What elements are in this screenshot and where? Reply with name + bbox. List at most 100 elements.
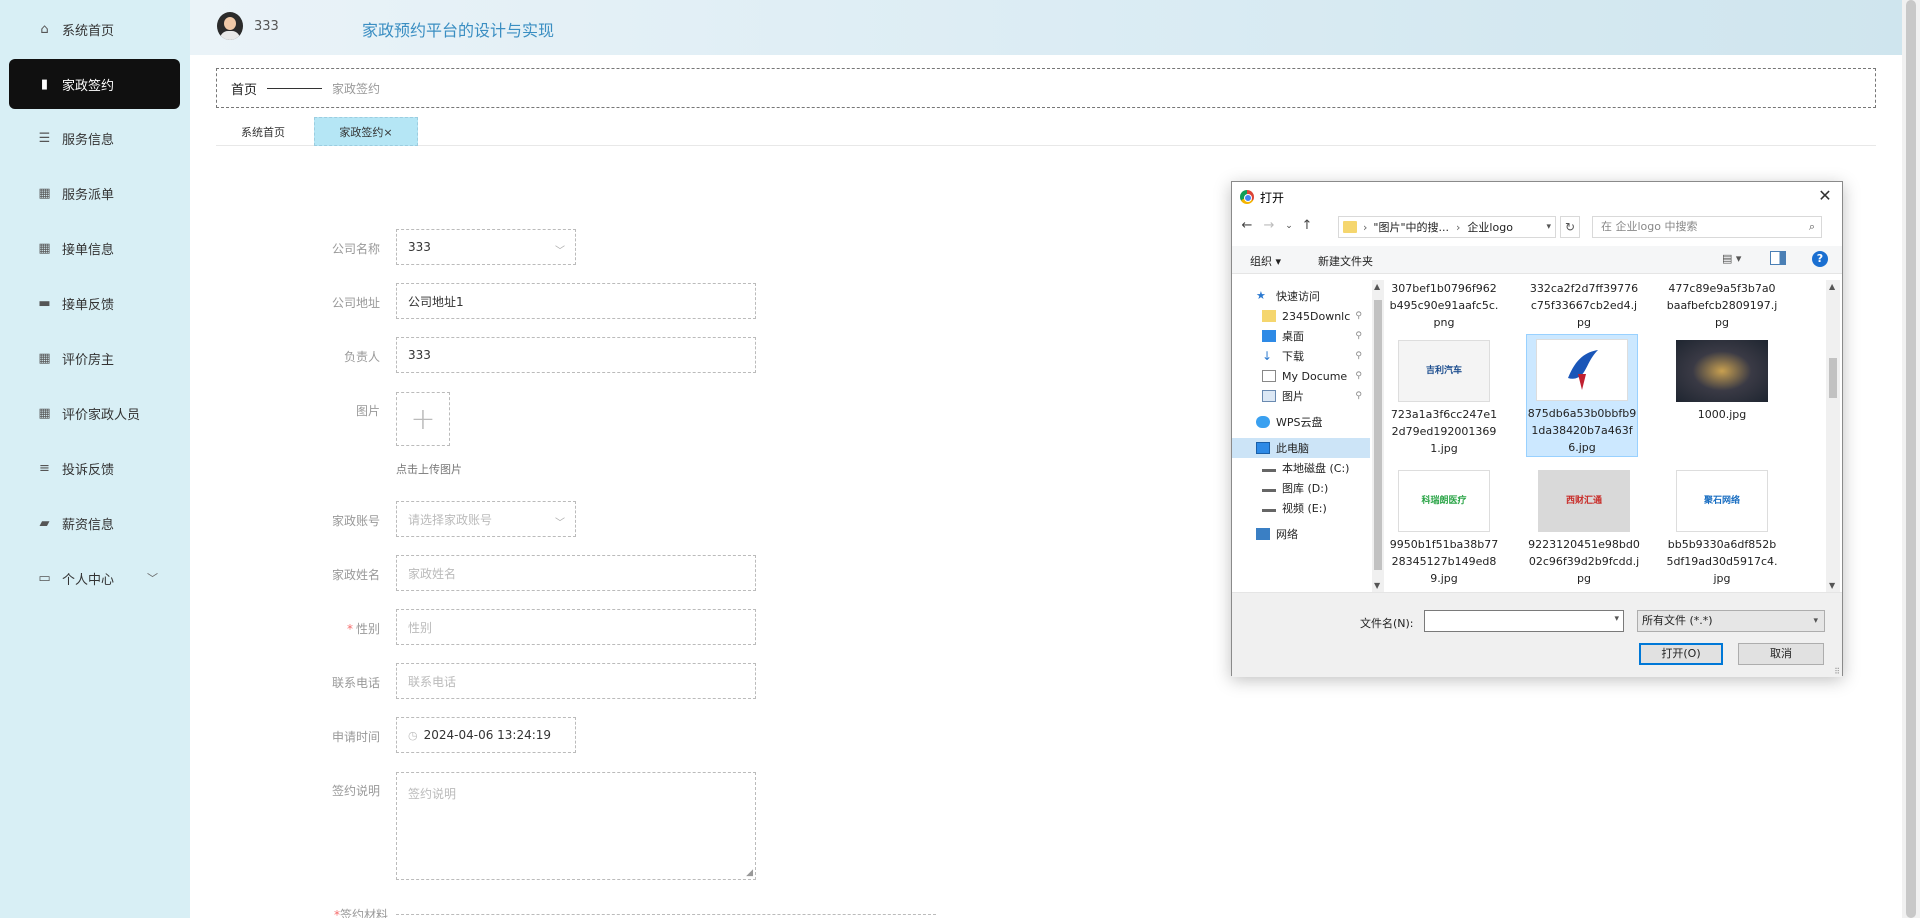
company-address-value: 公司地址1 bbox=[408, 294, 464, 309]
resize-handle-icon[interactable]: ◢ bbox=[746, 868, 753, 878]
tree-item-label: 图片 bbox=[1282, 390, 1304, 403]
sidebar-item-order-feedback[interactable]: ▬ 接单反馈 bbox=[9, 278, 180, 328]
tree-item-label: 本地磁盘 (C:) bbox=[1282, 462, 1350, 475]
drive-icon bbox=[1262, 504, 1276, 512]
tree-item-pictures[interactable]: 图片 ⚲ bbox=[1232, 386, 1370, 406]
manager-input[interactable]: 333 bbox=[396, 337, 756, 373]
phone-input[interactable]: 联系电话 bbox=[396, 663, 756, 699]
tree-item-drive-d[interactable]: 图库 (D:) bbox=[1232, 478, 1370, 498]
tree-item-desktop[interactable]: 桌面 ⚲ bbox=[1232, 326, 1370, 346]
pin-icon: ⚲ bbox=[1355, 351, 1362, 361]
close-button[interactable]: ✕ bbox=[1814, 186, 1836, 206]
file-item[interactable]: 吉利汽车 723a1a3f6cc247e12d79ed1920013691.jp… bbox=[1388, 336, 1500, 457]
tab-contract[interactable]: 家政签约× bbox=[314, 117, 418, 146]
view-options-icon[interactable]: ▤ ▾ bbox=[1722, 252, 1741, 265]
image-label: 图片 bbox=[355, 404, 380, 418]
sidebar-item-dispatch[interactable]: ▦ 服务派单 bbox=[9, 168, 180, 218]
file-item[interactable]: 307bef1b0796f962b495c90e91aafc5c.png bbox=[1388, 280, 1500, 331]
material-input[interactable] bbox=[396, 914, 936, 918]
file-item[interactable]: 477c89e9a5f3b7a0baafbefcb2809197.jpg bbox=[1666, 280, 1778, 331]
recent-dropdown-icon[interactable]: ⌄ bbox=[1280, 221, 1298, 231]
sidebar-item-complaints[interactable]: ≡ 投诉反馈 bbox=[9, 443, 180, 493]
network-icon bbox=[1256, 528, 1270, 540]
sidebar-item-profile[interactable]: ▭ 个人中心 ﹀ bbox=[9, 553, 180, 603]
address-bar[interactable]: › "图片"中的搜... › 企业logo ▾ bbox=[1338, 216, 1556, 238]
tab-home[interactable]: 系统首页 bbox=[216, 117, 310, 146]
tree-item-label: WPS云盘 bbox=[1276, 416, 1323, 429]
sidebar-item-contract[interactable]: ▮ 家政签约 bbox=[9, 59, 180, 109]
tree-item-drive-c[interactable]: 本地磁盘 (C:) bbox=[1232, 458, 1370, 478]
file-item-selected[interactable]: 875db6a53b0bbfb91da38420b7a463f6.jpg bbox=[1526, 334, 1638, 457]
organize-button[interactable]: 组织 ▾ bbox=[1250, 253, 1281, 269]
chevron-down-icon[interactable]: ▾ bbox=[1546, 222, 1551, 232]
back-arrow-icon[interactable]: ← bbox=[1238, 218, 1256, 233]
dialog-footer: 文件名(N): ▾ 所有文件 (*.*) ▾ 打开(O) 取消 ⠿ bbox=[1232, 592, 1842, 677]
file-item[interactable]: 科瑞朗医疗 9950b1f51ba38b7728345127b149ed89.j… bbox=[1388, 466, 1500, 587]
filename-input[interactable]: ▾ bbox=[1424, 610, 1624, 632]
file-name: 477c89e9a5f3b7a0baafbefcb2809197.jpg bbox=[1666, 282, 1778, 329]
apply-time-picker[interactable]: ◷ 2024-04-06 13:24:19 bbox=[396, 717, 576, 753]
new-folder-button[interactable]: 新建文件夹 bbox=[1318, 253, 1373, 269]
tree-item-download[interactable]: ↓ 下载 ⚲ bbox=[1232, 346, 1370, 366]
open-button[interactable]: 打开(O) bbox=[1639, 643, 1723, 665]
tree-item-network[interactable]: 网络 bbox=[1232, 524, 1370, 544]
sidebar-item-label: 投诉反馈 bbox=[62, 462, 115, 478]
path-segment[interactable]: "图片"中的搜... bbox=[1373, 219, 1449, 235]
dialog-navbar: ← → ⌄ ↑ › "图片"中的搜... › 企业logo ▾ ↻ 在 企业lo… bbox=[1232, 214, 1842, 240]
tree-item-wps-cloud[interactable]: WPS云盘 bbox=[1232, 412, 1370, 432]
file-item[interactable]: 1000.jpg bbox=[1666, 336, 1778, 423]
sidebar-item-orders[interactable]: ▦ 接单信息 bbox=[9, 223, 180, 273]
preview-pane-icon[interactable] bbox=[1770, 251, 1786, 265]
refresh-button[interactable]: ↻ bbox=[1560, 216, 1580, 238]
file-item[interactable]: 332ca2f2d7ff39776c75f33667cb2ed4.jpg bbox=[1528, 280, 1640, 331]
sidebar-item-label: 接单反馈 bbox=[62, 297, 115, 313]
tree-item-this-pc[interactable]: 此电脑 bbox=[1232, 438, 1370, 458]
gender-input[interactable]: 性别 bbox=[396, 609, 756, 645]
required-mark: * bbox=[346, 622, 353, 636]
user-name: 333 bbox=[254, 19, 279, 34]
image-upload-button[interactable]: + bbox=[396, 392, 450, 446]
tree-item-my-documents[interactable]: My Docume ⚲ bbox=[1232, 366, 1370, 386]
wallet-icon: ▰ bbox=[39, 515, 50, 531]
path-segment[interactable]: 企业logo bbox=[1467, 219, 1513, 235]
company-address-input[interactable]: 公司地址1 bbox=[396, 283, 756, 319]
account-select[interactable]: 请选择家政账号 ﹀ bbox=[396, 501, 576, 537]
tree-item-quick-access[interactable]: ★ 快速访问 bbox=[1232, 286, 1370, 306]
tree-item-label: My Docume bbox=[1282, 369, 1348, 383]
avatar[interactable] bbox=[217, 12, 243, 40]
sidebar-item-service-info[interactable]: ☰ 服务信息 bbox=[9, 113, 180, 163]
file-item[interactable]: 西财汇通 9223120451e98bd002c96f39d2b9fcdd.jp… bbox=[1528, 466, 1640, 587]
staff-name-input[interactable]: 家政姓名 bbox=[396, 555, 756, 591]
chevron-down-icon[interactable]: ▾ bbox=[1614, 614, 1619, 624]
folder-search-input[interactable]: 在 企业logo 中搜索 ⌕ bbox=[1592, 216, 1822, 238]
cancel-button[interactable]: 取消 bbox=[1738, 643, 1824, 665]
company-name-select[interactable]: 333 ﹀ bbox=[396, 229, 576, 265]
dialog-titlebar[interactable]: 打开 ✕ bbox=[1232, 182, 1842, 212]
staff-name-label: 家政姓名 bbox=[331, 568, 380, 582]
bar-chart-icon: ▮ bbox=[40, 76, 49, 92]
file-name: 9223120451e98bd002c96f39d2b9fcdd.jpg bbox=[1528, 538, 1640, 585]
sidebar-item-salary[interactable]: ▰ 薪资信息 bbox=[9, 498, 180, 548]
filetype-select[interactable]: 所有文件 (*.*) ▾ bbox=[1637, 610, 1825, 632]
navigation-scrollbar[interactable]: ▲ ▼ bbox=[1372, 280, 1384, 592]
remark-textarea[interactable]: 签约说明 ◢ bbox=[396, 772, 756, 880]
grid-icon: ▦ bbox=[38, 405, 51, 421]
up-arrow-icon[interactable]: ↑ bbox=[1298, 218, 1316, 233]
forward-arrow-icon[interactable]: → bbox=[1260, 218, 1278, 233]
tree-item-drive-e[interactable]: 视频 (E:) bbox=[1232, 498, 1370, 518]
image-thumbnail: 聚石网络 bbox=[1676, 470, 1768, 532]
file-list-scrollbar[interactable]: ▲ ▼ bbox=[1826, 280, 1840, 592]
help-icon[interactable]: ? bbox=[1812, 251, 1828, 267]
file-item[interactable]: 聚石网络 bb5b9330a6df852b5df19ad30d5917c4.jp… bbox=[1666, 466, 1778, 587]
tree-item-downloads-2345[interactable]: 2345Downlc ⚲ bbox=[1232, 306, 1370, 326]
drive-icon bbox=[1262, 484, 1276, 492]
breadcrumb-home[interactable]: 首页 bbox=[231, 79, 257, 98]
page-scrollbar[interactable] bbox=[1902, 0, 1920, 918]
sidebar-item-rate-owner[interactable]: ▦ 评价房主 bbox=[9, 333, 180, 383]
sidebar-item-home[interactable]: ⌂ 系统首页 bbox=[9, 4, 180, 54]
sidebar-item-label: 个人中心 bbox=[62, 572, 115, 588]
sidebar-item-rate-staff[interactable]: ▦ 评价家政人员 bbox=[9, 388, 180, 438]
phone-label: 联系电话 bbox=[331, 676, 380, 690]
account-placeholder: 请选择家政账号 bbox=[408, 512, 493, 527]
resize-grip-icon[interactable]: ⠿ bbox=[1834, 667, 1840, 676]
